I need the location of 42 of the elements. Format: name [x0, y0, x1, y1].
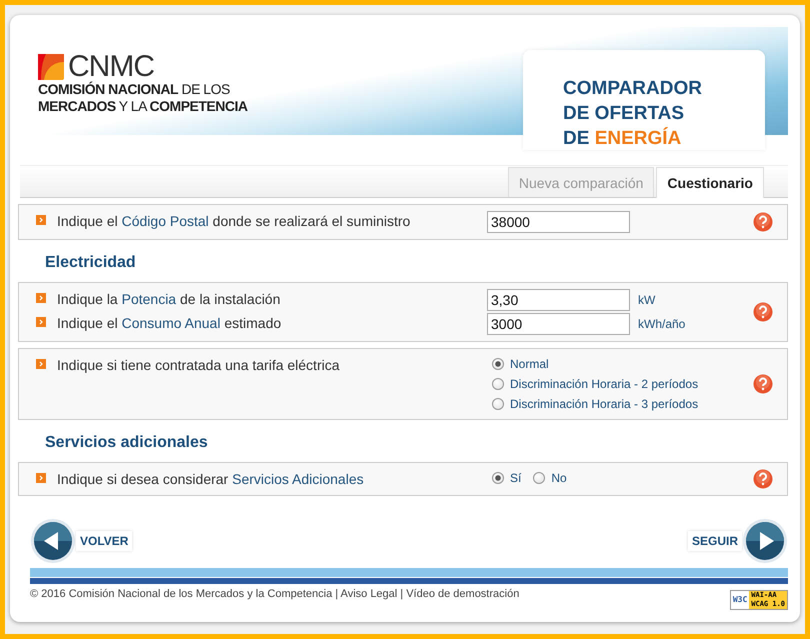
radio-button[interactable]	[492, 358, 504, 370]
radio-button[interactable]	[533, 472, 546, 484]
logo-wordmark: CNMC	[68, 53, 154, 81]
radio-label[interactable]: Sí	[510, 469, 522, 487]
app-title: COMPARADOR	[563, 77, 703, 101]
radio-button[interactable]	[492, 378, 504, 390]
chevron-bullet-icon	[36, 317, 46, 327]
chevron-bullet-icon	[36, 215, 46, 225]
organization-name: COMISIÓN NACIONAL DE LOS	[38, 81, 231, 98]
back-button[interactable]: VOLVER	[30, 518, 132, 564]
tab[interactable]: Cuestionario	[656, 167, 764, 198]
help-icon[interactable]	[753, 469, 773, 489]
question-label: Indique si tiene contratada una tarifa eléctrica	[57, 356, 341, 375]
app-title: DE OFERTAS	[563, 102, 686, 126]
radio-button[interactable]	[492, 398, 504, 410]
help-icon[interactable]	[753, 302, 773, 322]
unit-label: kW	[638, 292, 656, 309]
question-label: Indique el Código Postal donde se realizará el suministro	[57, 212, 412, 231]
section-heading: Electricidad	[44, 253, 137, 273]
help-icon[interactable]	[753, 374, 773, 394]
radio-label[interactable]: Normal	[510, 355, 549, 373]
question-label: Indique el Consumo Anual estimado	[57, 314, 282, 333]
radio-button[interactable]	[492, 472, 504, 484]
organization-name: MERCADOS Y LA COMPETENCIA	[38, 98, 248, 115]
help-icon[interactable]	[753, 212, 773, 232]
chevron-bullet-icon	[36, 359, 46, 369]
radio-label[interactable]: Discriminación Horaria - 3 períodos	[510, 395, 698, 413]
chevron-bullet-icon	[36, 473, 46, 483]
question-label: Indique la Potencia de la instalación	[57, 290, 282, 309]
footer-text: © 2016 Comisión Nacional de los Mercados y la Competencia | Aviso Legal | Vídeo de demostración	[30, 587, 520, 602]
next-button[interactable]: SEGUIR	[688, 518, 788, 564]
app-title: DE ENERGÍA	[563, 126, 682, 151]
question-label: Indique si desea considerar Servicios Adicionales	[57, 470, 365, 489]
input-field[interactable]: 38000	[487, 211, 630, 233]
chevron-bullet-icon	[36, 293, 46, 303]
radio-label[interactable]: Discriminación Horaria - 2 períodos	[510, 375, 698, 393]
section-heading: Servicios adicionales	[44, 433, 209, 453]
logo-icon	[38, 54, 64, 80]
input-field[interactable]: 3,30	[487, 289, 630, 311]
radio-label[interactable]: No	[551, 469, 567, 487]
input-field[interactable]: 3000	[487, 313, 630, 335]
unit-label: kWh/año	[638, 316, 686, 333]
